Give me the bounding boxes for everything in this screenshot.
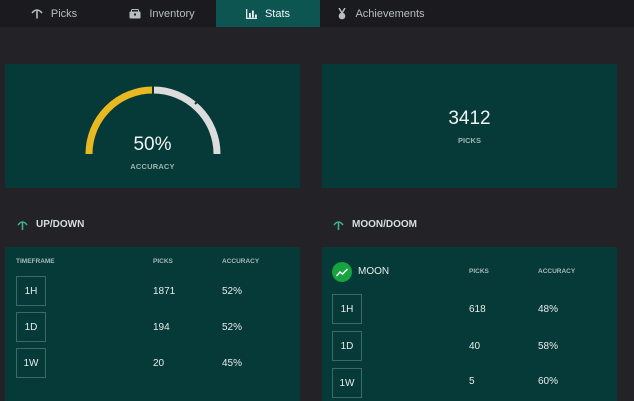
picks-cell: 5 bbox=[469, 376, 475, 387]
column-header-picks: PICKS bbox=[469, 268, 489, 275]
picks-value: 3412 bbox=[448, 108, 491, 129]
tab-label: Picks bbox=[50, 7, 78, 20]
accuracy-cell: 48% bbox=[538, 304, 559, 315]
tab-stats[interactable]: Stats bbox=[216, 0, 320, 27]
section-title: MOON/DOOM bbox=[352, 219, 417, 230]
moondoom-table: MOON PICKS ACCURACY 1H 618 48% 1D 40 58%… bbox=[322, 247, 617, 401]
accuracy-cell: 52% bbox=[222, 322, 243, 333]
tab-label: Inventory bbox=[149, 7, 195, 20]
accuracy-cell: 52% bbox=[222, 286, 243, 297]
accuracy-value: 50% bbox=[133, 134, 172, 155]
tab-achievements[interactable]: Achievements bbox=[320, 0, 442, 27]
timeframe-button-1w[interactable]: 1W bbox=[16, 348, 46, 378]
app-root: Picks Inventory Stats Achievements 50% A… bbox=[0, 0, 634, 401]
section-title: UP/DOWN bbox=[36, 219, 85, 230]
picks-cell: 618 bbox=[469, 304, 486, 315]
picks-cell: 20 bbox=[153, 358, 165, 369]
tab-picks[interactable]: Picks bbox=[0, 0, 108, 27]
accuracy-cell: 58% bbox=[538, 341, 559, 352]
timeframe-button-1d[interactable]: 1D bbox=[332, 331, 362, 361]
accuracy-card: 50% ACCURACY bbox=[5, 64, 300, 188]
accuracy-label: ACCURACY bbox=[130, 162, 175, 171]
updown-heading: UP/DOWN bbox=[17, 219, 84, 230]
chest-icon bbox=[129, 8, 141, 19]
timeframe-button-1w[interactable]: 1W bbox=[332, 368, 362, 398]
timeframe-button-1h[interactable]: 1H bbox=[16, 276, 46, 306]
column-header-accuracy: ACCURACY bbox=[538, 268, 576, 275]
bar-chart-icon bbox=[245, 8, 257, 19]
picks-cell: 40 bbox=[469, 341, 481, 352]
tab-inventory[interactable]: Inventory bbox=[108, 0, 216, 27]
accuracy-cell: 45% bbox=[222, 358, 243, 369]
pickaxe-icon bbox=[31, 8, 43, 19]
moon-subtitle: MOON bbox=[358, 266, 390, 277]
picks-card: 3412 PICKS bbox=[322, 64, 617, 188]
column-header-timeframe: TIMEFRAME bbox=[16, 258, 55, 265]
timeframe-button-1h[interactable]: 1H bbox=[332, 294, 362, 324]
picks-cell: 1871 bbox=[153, 286, 176, 297]
tab-label: Stats bbox=[264, 7, 291, 20]
trending-up-icon bbox=[332, 262, 352, 282]
column-header-picks: PICKS bbox=[153, 258, 173, 265]
tab-label: Achievements bbox=[355, 7, 425, 20]
top-nav: Picks Inventory Stats Achievements bbox=[0, 0, 634, 27]
column-header-accuracy: ACCURACY bbox=[222, 258, 260, 265]
gauge-tick bbox=[194, 97, 202, 105]
moondoom-heading: MOON/DOOM bbox=[333, 219, 417, 230]
medal-icon bbox=[337, 7, 347, 20]
pickaxe-icon bbox=[333, 220, 344, 230]
accuracy-cell: 60% bbox=[538, 376, 559, 387]
pickaxe-icon bbox=[17, 220, 28, 230]
picks-label: PICKS bbox=[458, 136, 481, 145]
picks-cell: 194 bbox=[153, 322, 170, 333]
updown-table: TIMEFRAME PICKS ACCURACY 1H 1871 52% 1D … bbox=[5, 247, 300, 401]
timeframe-button-1d[interactable]: 1D bbox=[16, 312, 46, 342]
